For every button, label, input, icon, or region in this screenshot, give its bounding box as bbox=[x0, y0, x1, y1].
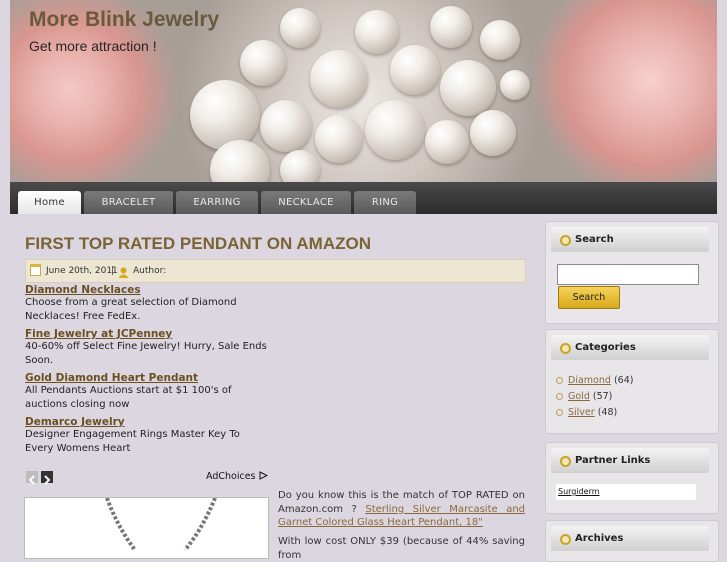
ad-title[interactable]: Gold Diamond Heart Pendant bbox=[25, 372, 270, 384]
necklace-chain-icon bbox=[105, 498, 217, 552]
ad-item[interactable]: Gold Diamond Heart Pendant All Pendants … bbox=[25, 372, 270, 411]
partner-link-item[interactable]: Surgiderm bbox=[556, 484, 696, 500]
main-nav: Home BRACELET EARRING NECKLACE RING bbox=[10, 182, 717, 214]
categories-widget-header: Categories bbox=[551, 335, 709, 360]
partner-links-heading: Partner Links bbox=[575, 455, 651, 466]
adchoices-label: AdChoices bbox=[206, 471, 256, 482]
partner-links-widget-header: Partner Links bbox=[551, 448, 709, 473]
ad-description: Choose from a great selection of Diamond… bbox=[25, 297, 237, 322]
search-input[interactable] bbox=[557, 264, 699, 285]
category-link[interactable]: Gold bbox=[568, 391, 590, 402]
ad-description: Designer Engagement Rings Master Key To … bbox=[25, 429, 240, 454]
ad-title[interactable]: Diamond Necklaces bbox=[25, 284, 270, 296]
search-button[interactable]: Search bbox=[558, 286, 620, 309]
tab-earring[interactable]: EARRING bbox=[176, 191, 258, 214]
tab-home[interactable]: Home bbox=[18, 191, 81, 214]
header-banner: More Blink Jewelry Get more attraction ! bbox=[10, 0, 717, 182]
calendar-icon bbox=[30, 264, 41, 276]
ad-next-icon[interactable] bbox=[41, 471, 53, 485]
search-heading: Search bbox=[575, 234, 614, 245]
adchoices-link[interactable]: AdChoices bbox=[206, 471, 268, 482]
category-link[interactable]: Silver bbox=[568, 407, 595, 418]
category-item[interactable]: Silver (48) bbox=[556, 407, 617, 418]
site-tagline: Get more attraction ! bbox=[29, 38, 157, 54]
tab-bracelet[interactable]: BRACELET bbox=[84, 191, 173, 214]
ad-prev-icon[interactable] bbox=[26, 471, 38, 485]
archives-widget-header: Archives bbox=[551, 526, 709, 551]
search-widget-header: Search bbox=[551, 227, 709, 252]
bullet-icon bbox=[560, 343, 571, 354]
ad-item[interactable]: Demarco Jewelry Designer Engagement Ring… bbox=[25, 416, 270, 455]
ad-item[interactable]: Diamond Necklaces Choose from a great se… bbox=[25, 284, 270, 323]
category-count: (57) bbox=[592, 391, 613, 402]
tab-necklace[interactable]: NECKLACE bbox=[261, 191, 351, 214]
bullet-icon bbox=[560, 456, 571, 467]
post-paragraph-2: With low cost ONLY $39 (because of 44% s… bbox=[278, 536, 525, 561]
partner-link[interactable]: Surgiderm bbox=[558, 487, 600, 496]
author-label: Author: bbox=[133, 266, 167, 276]
adchoices-icon bbox=[259, 471, 268, 480]
category-link[interactable]: Diamond bbox=[568, 375, 611, 386]
bullet-icon bbox=[560, 235, 571, 246]
list-bullet-icon bbox=[556, 393, 563, 400]
post-meta: June 20th, 2011 | Author: bbox=[25, 259, 526, 283]
meta-separator: | bbox=[111, 266, 115, 276]
category-count: (48) bbox=[597, 407, 618, 418]
ad-block: Diamond Necklaces Choose from a great se… bbox=[25, 283, 270, 468]
list-bullet-icon bbox=[556, 377, 563, 384]
archives-widget: Archives bbox=[545, 520, 719, 562]
ad-title[interactable]: Fine Jewelry at JCPenney bbox=[25, 328, 270, 340]
site-title[interactable]: More Blink Jewelry bbox=[29, 8, 219, 32]
category-item[interactable]: Gold (57) bbox=[556, 391, 612, 402]
archives-heading: Archives bbox=[575, 533, 624, 544]
ad-description: 40-60% off Select Fine Jewelry! Hurry, S… bbox=[25, 341, 267, 366]
category-item[interactable]: Diamond (64) bbox=[556, 375, 633, 386]
ad-title[interactable]: Demarco Jewelry bbox=[25, 416, 270, 428]
post-paragraph-1: Do you know this is the match of TOP RAT… bbox=[278, 489, 525, 530]
tab-ring[interactable]: RING bbox=[354, 191, 416, 214]
list-bullet-icon bbox=[556, 409, 563, 416]
partner-links-widget: Partner Links bbox=[545, 442, 719, 514]
categories-heading: Categories bbox=[575, 342, 636, 353]
author-icon bbox=[118, 265, 129, 278]
category-count: (64) bbox=[613, 375, 634, 386]
post-date: June 20th, 2011 bbox=[46, 266, 118, 276]
ad-description: All Pendants Auctions start at $1 100's … bbox=[25, 385, 232, 410]
product-image[interactable] bbox=[24, 497, 269, 559]
ad-item[interactable]: Fine Jewelry at JCPenney 40-60% off Sele… bbox=[25, 328, 270, 367]
bullet-icon bbox=[560, 534, 571, 545]
post-title[interactable]: FIRST TOP RATED PENDANT ON AMAZON bbox=[25, 234, 371, 254]
